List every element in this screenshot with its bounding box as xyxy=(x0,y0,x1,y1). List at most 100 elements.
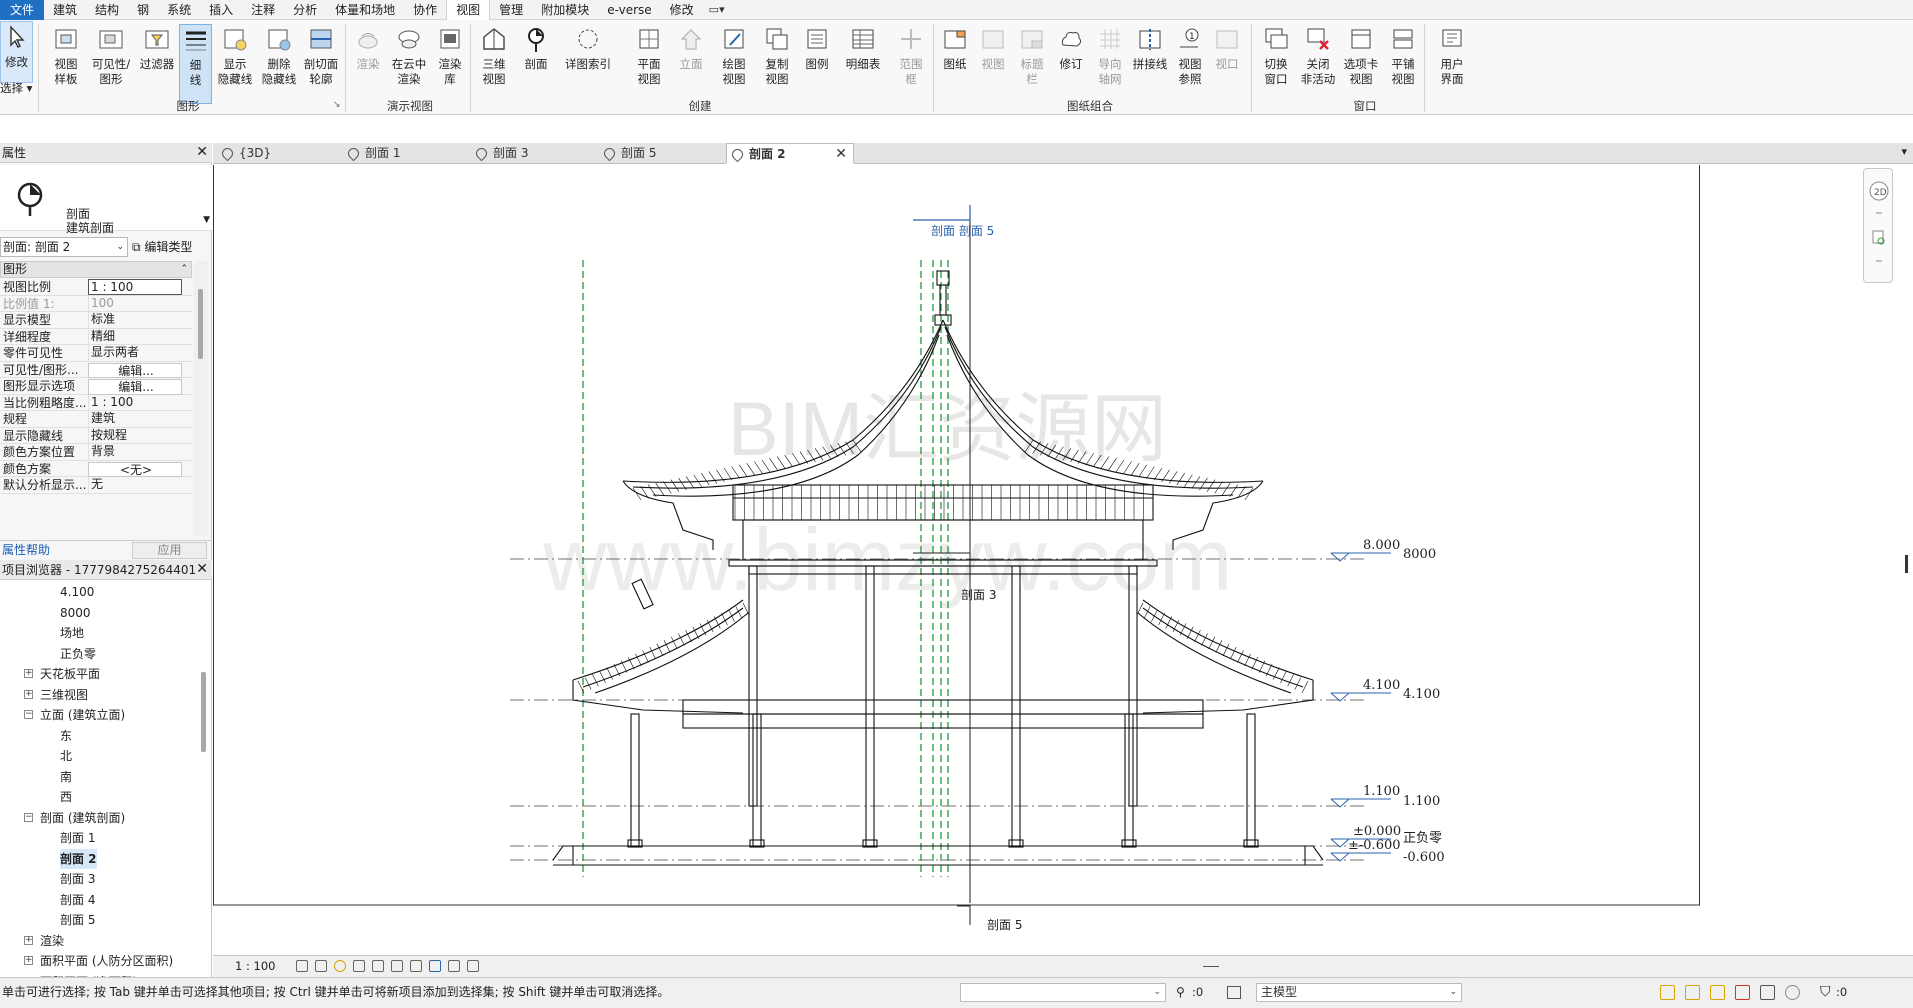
property-row[interactable]: 可见性/图形... 编辑... xyxy=(0,362,192,378)
visibility-graphics-button[interactable]: 可见性/图形 xyxy=(88,24,134,104)
expand-icon[interactable]: + xyxy=(24,669,33,678)
view-sheet-button[interactable]: 视图 xyxy=(976,24,1010,104)
property-value[interactable]: 编辑... xyxy=(88,362,182,378)
lock-3d-icon[interactable] xyxy=(410,960,422,972)
browser-node[interactable]: + 天花板平面 xyxy=(24,664,100,684)
property-row[interactable]: 当比例粗略度... 1 : 100 xyxy=(0,394,192,411)
modify-button[interactable]: 修改 xyxy=(0,21,33,83)
expand-icon[interactable]: + xyxy=(24,935,33,945)
select-by-face-icon[interactable] xyxy=(1735,985,1750,1000)
legends-button[interactable]: 图例 xyxy=(800,24,834,104)
shadows-icon[interactable] xyxy=(353,960,365,972)
visual-style-icon[interactable] xyxy=(315,960,327,972)
background-process-icon[interactable] xyxy=(1785,985,1800,1000)
view-tab[interactable]: 剖面 5 xyxy=(599,143,725,164)
type-selector[interactable]: 剖面 建筑剖面 ▼ xyxy=(0,165,212,235)
apply-button[interactable]: 应用 xyxy=(132,542,207,559)
expand-icon[interactable]: + xyxy=(24,689,33,699)
property-row[interactable]: 颜色方案位置 背景 xyxy=(0,444,192,461)
workset-dropdown[interactable]: ⌄ xyxy=(960,983,1166,1002)
property-row[interactable]: 显示隐藏线 按规程 xyxy=(0,427,192,444)
section-button[interactable]: 剖面 xyxy=(516,24,556,104)
close-inactive-button[interactable]: 关闭 非活动 xyxy=(1298,24,1338,104)
menu-tab-1[interactable]: 建筑 xyxy=(44,0,86,20)
browser-node[interactable]: 剖面 2 xyxy=(60,848,97,869)
duplicate-view-button[interactable]: 复制 视图 xyxy=(756,24,798,104)
canvas-scroll-indicator[interactable] xyxy=(1905,555,1908,573)
browser-node[interactable]: 4.100 xyxy=(60,582,94,602)
user-interface-button[interactable]: 用户 界面 xyxy=(1430,24,1474,104)
view-tab[interactable]: 剖面 3 xyxy=(471,143,597,164)
elevation-button[interactable]: 立面 xyxy=(673,24,709,104)
switch-windows-button[interactable]: 切换 窗口 xyxy=(1256,24,1296,104)
level-markers[interactable] xyxy=(1330,552,1391,862)
revisions-button[interactable]: 修订 xyxy=(1054,24,1088,104)
properties-scrollbar[interactable] xyxy=(194,261,208,536)
select-underlay-icon[interactable] xyxy=(1685,985,1700,1000)
callout-button[interactable]: 详图索引 xyxy=(560,24,616,104)
property-value[interactable]: 编辑... xyxy=(88,379,182,395)
thin-lines-button[interactable]: 细线 xyxy=(179,24,212,104)
section-head-top[interactable] xyxy=(913,205,971,221)
browser-node[interactable]: − 立面 (建筑立面) xyxy=(24,705,125,725)
tab-views-button[interactable]: 选项卡 视图 xyxy=(1339,24,1383,104)
filters-button[interactable]: 过滤器 xyxy=(136,24,178,104)
design-options-icon[interactable] xyxy=(1227,986,1241,999)
render-gallery-button[interactable]: 渲染库 xyxy=(432,24,468,104)
browser-node[interactable]: 东 xyxy=(60,726,72,746)
menu-tab-7[interactable]: 分析 xyxy=(284,0,326,20)
crop-view-icon[interactable] xyxy=(372,960,384,972)
close-tab-icon[interactable]: ✕ xyxy=(835,144,847,165)
title-block-button[interactable]: 标题栏 xyxy=(1014,24,1050,104)
browser-node[interactable]: 剖面 3 xyxy=(60,869,95,889)
browser-node[interactable]: 北 xyxy=(60,746,72,766)
browser-node[interactable]: 剖面 1 xyxy=(60,828,95,848)
property-row[interactable]: 详细程度 精细 xyxy=(0,328,192,345)
browser-node[interactable]: 西 xyxy=(60,787,72,807)
browser-node[interactable]: 场地 xyxy=(60,623,84,643)
property-row[interactable]: 颜色方案 <无> xyxy=(0,461,192,477)
show-hidden-lines-button[interactable]: 显示 隐藏线 xyxy=(215,24,255,104)
property-row[interactable]: 比例值 1: 100 xyxy=(0,295,192,312)
viewports-button[interactable]: 视口 xyxy=(1210,24,1244,104)
remove-hidden-lines-button[interactable]: 删除 隐藏线 xyxy=(257,24,301,104)
instance-selector[interactable]: 剖面: 剖面 2 ⌄ xyxy=(0,237,128,257)
3d-view-button[interactable]: 三维 视图 xyxy=(474,24,514,104)
analytical-model-icon[interactable] xyxy=(467,960,479,972)
browser-node[interactable]: + 面积平面 (人防分区面积) xyxy=(24,951,173,971)
section-label-bottom[interactable]: 剖面 5 xyxy=(987,918,1022,932)
browser-node[interactable]: 正负零 xyxy=(60,644,96,664)
browser-node[interactable]: + 渲染 xyxy=(24,931,64,951)
detail-level-icon[interactable] xyxy=(296,960,308,972)
reveal-hidden-icon[interactable] xyxy=(448,960,460,972)
view-template-button[interactable]: 视图 样板 xyxy=(44,24,88,104)
browser-node[interactable]: 8000 xyxy=(60,603,91,623)
sun-path-icon[interactable] xyxy=(334,960,346,972)
schedules-button[interactable]: 明细表 xyxy=(840,24,886,104)
scope-box-button[interactable]: 范围框 xyxy=(893,24,929,104)
view-tab[interactable]: 剖面 2 ✕ xyxy=(726,143,854,164)
plan-views-button[interactable]: 平面 视图 xyxy=(629,24,669,104)
cut-profile-button[interactable]: 剖切面 轮廓 xyxy=(301,24,341,104)
menu-tab-0[interactable]: 文件 xyxy=(0,0,45,20)
view-tab[interactable]: {3D} xyxy=(217,143,343,164)
section-label-mid[interactable]: 剖面 3 xyxy=(961,588,996,602)
navigation-bar[interactable]: 2D xyxy=(1863,168,1893,283)
filter-icon[interactable]: ⛉ xyxy=(1820,978,1831,1006)
menu-tab-6[interactable]: 注释 xyxy=(242,0,284,20)
select-dropdown[interactable]: 选择 ▾ xyxy=(0,80,32,96)
drafting-view-button[interactable]: 绘图 视图 xyxy=(714,24,754,104)
property-row[interactable]: 零件可见性 显示两者 xyxy=(0,345,192,362)
view-reference-button[interactable]: 1 视图 参照 xyxy=(1172,24,1208,104)
menu-tab-10[interactable]: 视图 xyxy=(446,0,491,20)
property-row[interactable]: 默认分析显示... 无 xyxy=(0,477,192,494)
sheet-button[interactable]: 图纸 xyxy=(938,24,972,104)
select-links-icon[interactable] xyxy=(1660,985,1675,1000)
editable-only-icon[interactable]: ⚲ xyxy=(1176,978,1185,1006)
drawing-canvas[interactable]: BIM汇资源网 www.bimzyw.com 8.000 8000 4.100 … xyxy=(213,165,1913,955)
property-row[interactable]: 显示模型 标准 xyxy=(0,312,192,329)
qat-dropdown-icon[interactable]: ▭▾ xyxy=(703,3,731,16)
menu-tab-2[interactable]: 结构 xyxy=(86,0,128,20)
menu-tab-9[interactable]: 协作 xyxy=(404,0,446,20)
collapse-icon[interactable]: − xyxy=(24,710,33,719)
